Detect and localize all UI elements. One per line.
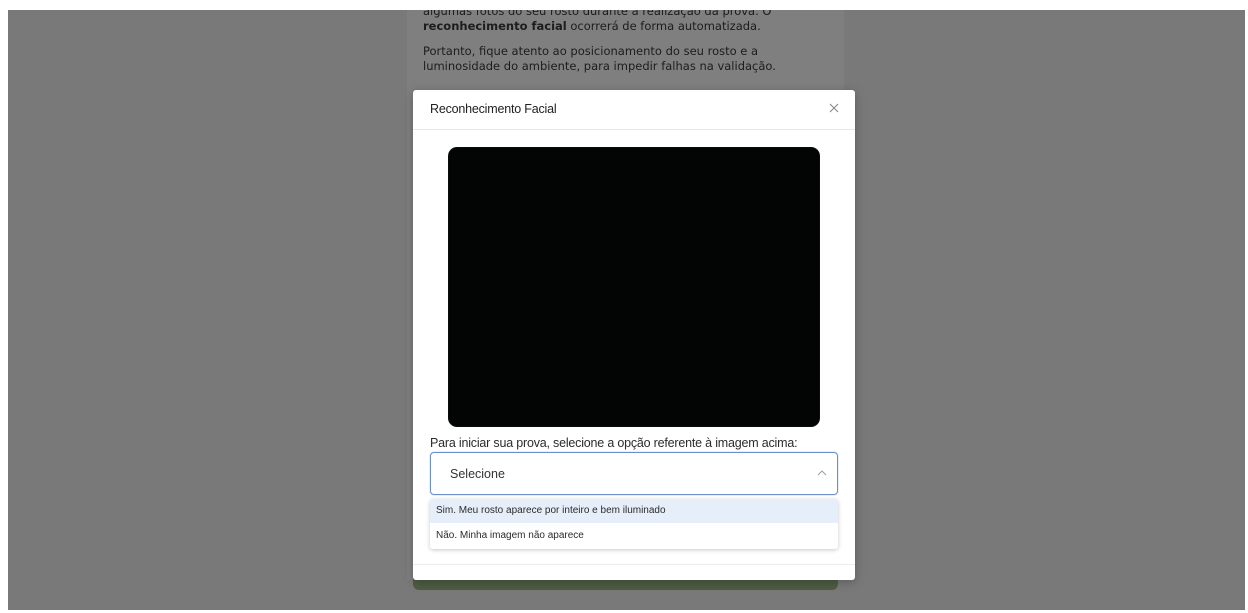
modal-header: Reconhecimento Facial	[413, 90, 855, 130]
question-label: Para iniciar sua prova, selecione a opçã…	[430, 436, 798, 450]
image-option-select[interactable]: Selecione	[430, 452, 838, 495]
select-value: Selecione	[450, 467, 505, 481]
modal-footer-divider	[413, 564, 855, 565]
close-button[interactable]	[827, 101, 841, 115]
option-no[interactable]: Não. Minha imagem não aparece	[430, 524, 838, 548]
webcam-preview	[449, 148, 819, 426]
option-no-label: Não. Minha imagem não aparece	[436, 530, 584, 541]
close-icon	[829, 103, 839, 113]
modal-title: Reconhecimento Facial	[430, 102, 557, 116]
facial-recognition-modal: Reconhecimento Facial Para iniciar sua p…	[413, 90, 855, 580]
option-yes-label: Sim. Meu rosto aparece por inteiro e bem…	[436, 505, 666, 516]
browser-viewport: algumas fotos do seu rosto durante a rea…	[8, 10, 1245, 610]
page: algumas fotos do seu rosto durante a rea…	[0, 0, 1248, 613]
select-dropdown: Sim. Meu rosto aparece por inteiro e bem…	[430, 499, 838, 549]
chevron-up-icon	[817, 470, 827, 476]
option-yes[interactable]: Sim. Meu rosto aparece por inteiro e bem…	[430, 499, 838, 523]
